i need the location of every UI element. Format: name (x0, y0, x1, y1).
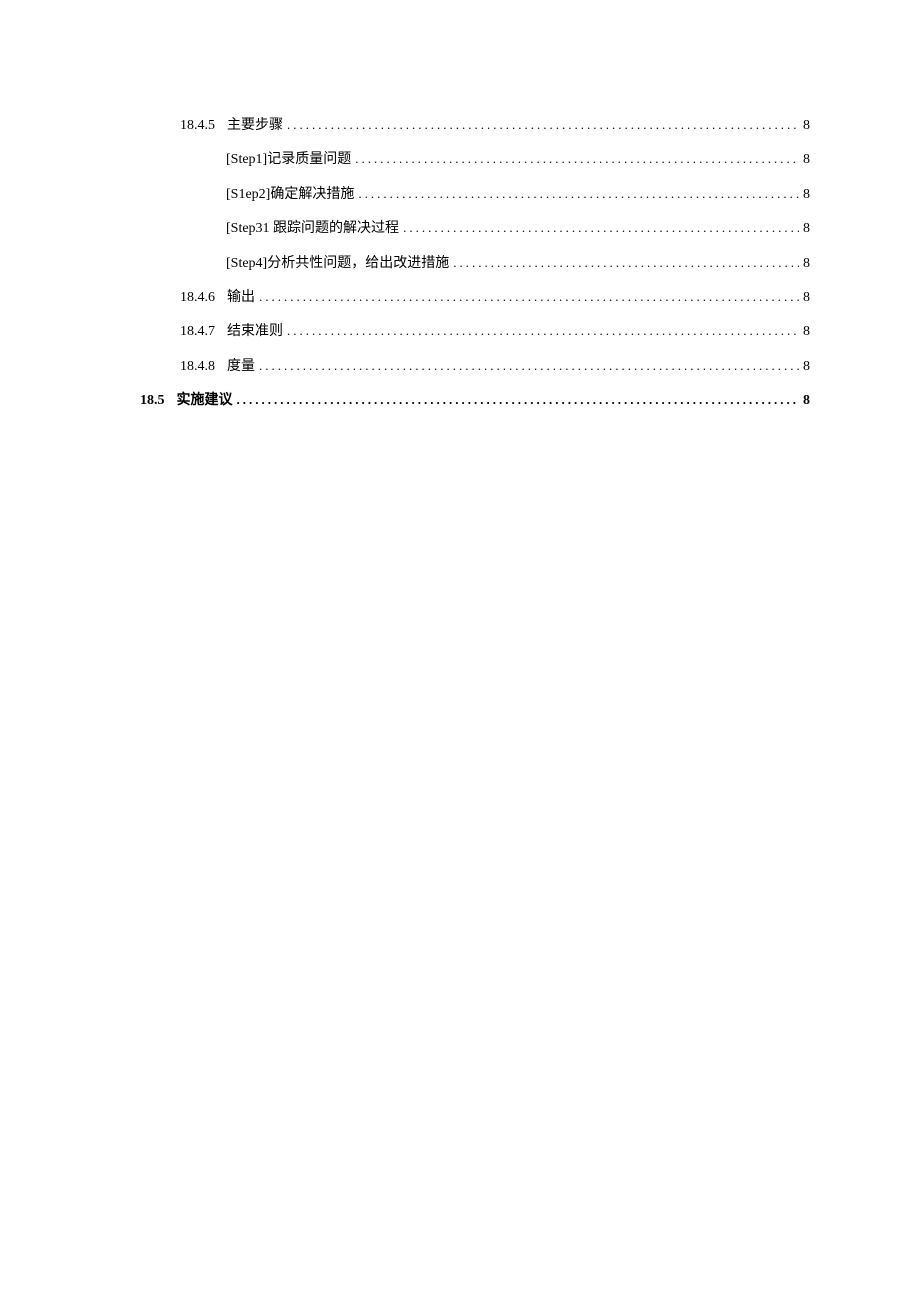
toc-page-number: 8 (803, 115, 810, 137)
toc-leader-dots (259, 356, 799, 377)
toc-title: 实施建议 (177, 390, 233, 412)
toc-leader-dots (453, 253, 799, 274)
toc-entry: 18.4.8 度量 8 (180, 356, 810, 378)
toc-container: 18.4.5主要步骤8[Step1]记录质量问题8[S1ep2]确定解决措施8[… (140, 115, 810, 413)
toc-entry: 18.4.5 主要步骤 8 (180, 115, 810, 137)
toc-entry: [Step1]记录质量问题 8 (226, 149, 810, 171)
toc-entry: [Step31 跟踪问题的解决过程 8 (226, 218, 810, 240)
toc-leader-dots (355, 149, 799, 170)
toc-leader-dots (287, 321, 799, 342)
toc-title: 输出 (227, 287, 255, 309)
toc-title: [Step4]分析共性问题，给出改进措施 (226, 253, 449, 275)
toc-page-number: 8 (803, 149, 810, 171)
toc-page-number: 8 (803, 321, 810, 343)
toc-leader-dots (259, 287, 799, 308)
toc-leader-dots (403, 218, 799, 239)
toc-page-number: 8 (803, 218, 810, 240)
toc-title: 结束准则 (227, 321, 283, 343)
toc-number: 18.4.5 (180, 115, 215, 137)
toc-entry: [S1ep2]确定解决措施 8 (226, 184, 810, 206)
toc-page-number: 8 (803, 253, 810, 275)
toc-leader-dots (358, 184, 799, 205)
toc-page-number: 8 (803, 390, 810, 412)
toc-title: [Step1]记录质量问题 (226, 149, 351, 171)
toc-page-number: 8 (803, 287, 810, 309)
toc-number: 18.4.8 (180, 356, 215, 378)
toc-number: 18.4.7 (180, 321, 215, 343)
toc-entry: 18.4.6 输出 8 (180, 287, 810, 309)
toc-title: [S1ep2]确定解决措施 (226, 184, 354, 206)
toc-page-number: 8 (803, 184, 810, 206)
toc-title: [Step31 跟踪问题的解决过程 (226, 218, 399, 240)
toc-leader-dots (287, 115, 799, 136)
toc-page-number: 8 (803, 356, 810, 378)
toc-title: 度量 (227, 356, 255, 378)
toc-entry: 18.5 实施建议 8 (140, 390, 810, 412)
toc-leader-dots (237, 390, 800, 411)
toc-entry: [Step4]分析共性问题，给出改进措施 8 (226, 253, 810, 275)
toc-title: 主要步骤 (227, 115, 283, 137)
toc-number: 18.5 (140, 390, 165, 412)
toc-entry: 18.4.7 结束准则 8 (180, 321, 810, 343)
toc-number: 18.4.6 (180, 287, 215, 309)
